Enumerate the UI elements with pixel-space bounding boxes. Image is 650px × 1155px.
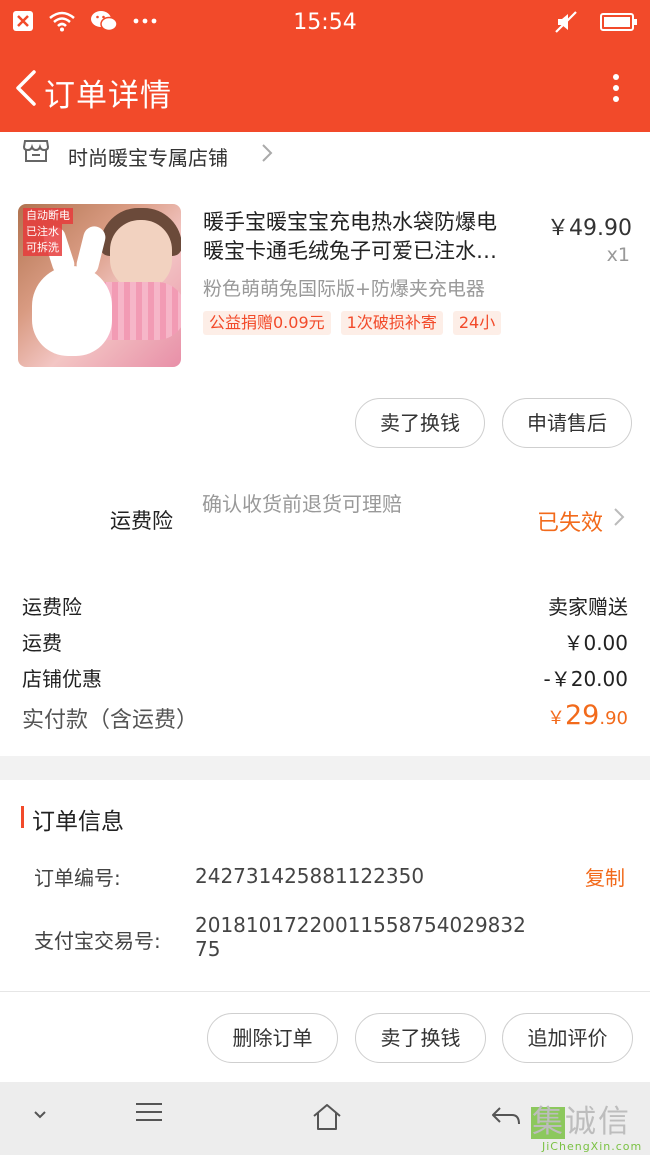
menu-dot xyxy=(613,74,619,80)
chevron-right-icon[interactable] xyxy=(612,506,626,528)
page-title: 订单详情 xyxy=(44,78,172,114)
service-badges: 公益捐赠0.09元 1次破损补寄 24小 xyxy=(203,311,502,335)
insurance-description: 确认收货前退货可理赔 xyxy=(202,492,402,516)
product-thumbnail[interactable]: 自动断电 已注水 可拆洗 xyxy=(18,204,181,367)
cost-row-insurance: 运费险 卖家赠送 xyxy=(22,591,628,620)
thumbnail-face xyxy=(110,220,172,290)
alipay-number-label: 支付宝交易号: xyxy=(34,929,161,953)
status-time: 15:54 xyxy=(293,10,357,35)
total-decimal: .90 xyxy=(599,708,628,729)
section-separator xyxy=(0,756,650,780)
insurance-label: 运费险 xyxy=(110,509,173,533)
service-badge: 1次破损补寄 xyxy=(340,311,443,335)
sell-item-button[interactable]: 卖了换钱 xyxy=(355,398,485,448)
more-menu-icon[interactable] xyxy=(606,66,626,110)
order-number-value: 242731425881122350 xyxy=(195,864,425,888)
insurance-status[interactable]: 已失效 xyxy=(537,505,603,537)
thumbnail-bunny xyxy=(32,266,112,356)
total-currency: ￥ xyxy=(547,708,565,729)
section-accent-bar xyxy=(21,806,24,828)
back-icon[interactable] xyxy=(490,1104,522,1128)
order-number-label: 订单编号: xyxy=(34,866,121,890)
cost-row-discount: 店铺优惠 -￥20.00 xyxy=(22,663,628,692)
order-detail-screen: 15:54 订单详情 时尚暖宝专属店铺 自动断电 已注水 可拆洗 暖手宝暖宝宝充… xyxy=(0,0,650,1155)
total-integer: 29 xyxy=(565,700,600,731)
delete-order-button[interactable]: 删除订单 xyxy=(207,1013,338,1063)
product-title[interactable]: 暖手宝暖宝宝充电热水袋防爆电 暖宝卡通毛绒兔子可爱已注水… xyxy=(203,208,533,266)
title-bar: 订单详情 xyxy=(0,46,650,132)
service-badge: 24小 xyxy=(452,311,502,335)
cost-label: 运费险 xyxy=(22,595,82,619)
cost-label: 运费 xyxy=(22,631,62,655)
cost-value: ￥0.00 xyxy=(563,631,628,655)
watermark-brand: 集诚信 xyxy=(532,1104,631,1140)
cost-label: 店铺优惠 xyxy=(22,667,102,691)
product-quantity: x1 xyxy=(606,244,630,266)
cost-row-shipping: 运费 ￥0.00 xyxy=(22,627,628,656)
status-bar-right xyxy=(554,10,638,34)
battery-icon xyxy=(600,13,637,31)
status-bar: 15:54 xyxy=(0,0,650,46)
product-spec: 粉色萌萌兔国际版+防爆夹充电器 xyxy=(203,278,485,300)
thumbnail-tag: 已注水 xyxy=(23,224,62,240)
after-sale-button[interactable]: 申请售后 xyxy=(502,398,632,448)
product-price: ￥49.90 xyxy=(547,216,632,241)
chevron-right-icon xyxy=(262,144,273,162)
cost-value: 卖家赠送 xyxy=(548,595,628,619)
divider xyxy=(0,991,650,992)
product-title-line: 暖手宝暖宝宝充电热水袋防爆电 xyxy=(203,210,497,234)
menu-dot xyxy=(613,96,619,102)
shop-name: 时尚暖宝专属店铺 xyxy=(68,146,228,170)
sell-order-button[interactable]: 卖了换钱 xyxy=(355,1013,486,1063)
menu-icon[interactable] xyxy=(134,1100,164,1124)
cost-value: -￥20.00 xyxy=(543,667,628,691)
shop-icon xyxy=(22,140,50,162)
total-paid-label: 实付款（含运费） xyxy=(22,708,199,733)
chevron-down-icon[interactable] xyxy=(30,1108,50,1122)
mute-icon xyxy=(555,11,577,33)
service-badge: 公益捐赠0.09元 xyxy=(203,311,331,335)
product-title-line: 暖宝卡通毛绒兔子可爱已注水… xyxy=(203,239,497,263)
alipay-number-value: 20181017220011558754029832 75 xyxy=(195,913,526,961)
watermark-domain: JiChengXin.com xyxy=(542,1140,643,1153)
thumbnail-tag: 自动断电 xyxy=(23,208,73,224)
copy-order-number-button[interactable]: 复制 xyxy=(585,862,625,891)
back-arrow-icon[interactable] xyxy=(8,66,48,110)
menu-dot xyxy=(613,85,619,91)
thumbnail-tag: 可拆洗 xyxy=(23,240,62,256)
shop-row[interactable]: 时尚暖宝专属店铺 xyxy=(0,132,650,176)
order-info-title: 订单信息 xyxy=(32,809,124,835)
total-paid-amount: ￥29.90 xyxy=(547,700,628,731)
add-review-button[interactable]: 追加评价 xyxy=(502,1013,633,1063)
home-icon[interactable] xyxy=(311,1102,343,1132)
